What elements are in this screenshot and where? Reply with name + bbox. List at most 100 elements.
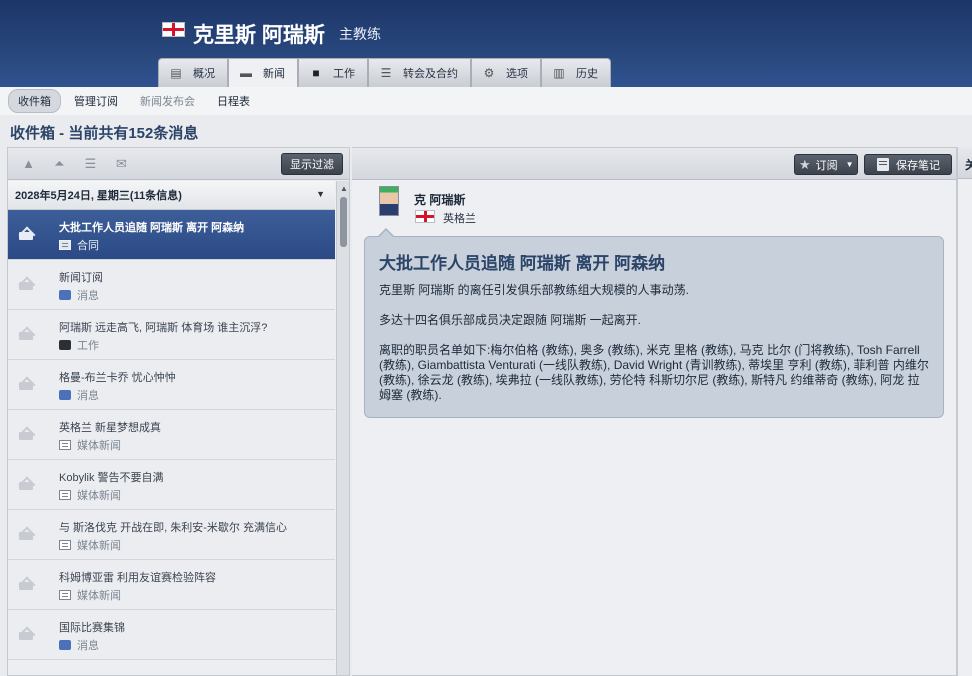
envelope-open-icon [19,228,33,240]
list-item[interactable]: Kobylik 警告不要自满 媒体新闻 [8,460,335,510]
message-category: 工作 [59,337,99,353]
message-category: 媒体新闻 [59,587,121,603]
message-category: 消息 [59,387,99,403]
envelope-open-icon [19,578,33,590]
subscribe-button[interactable]: ★ 订阅 ▼ [794,154,858,175]
speech-bubble-icon [59,640,71,650]
message-title: 与 斯洛伐克 开战在即, 朱利安-米歇尔 充满信心 [59,522,287,534]
envelope-icon[interactable]: ✉ [110,154,133,174]
newspaper-icon [59,590,71,600]
related-pane: 关 [957,147,972,676]
star-icon: ★ [799,156,811,172]
tab-label: 新闻 [263,68,285,80]
tab-overview[interactable]: ▤ 概况 [158,58,228,87]
message-title: 大批工作人员追随 阿瑞斯 离开 阿森纳 [59,222,245,234]
message-category: 媒体新闻 [59,487,121,503]
message-category: 媒体新闻 [59,437,121,453]
newspaper-icon [59,440,71,450]
newspaper-icon [59,540,71,550]
sender-avatar[interactable] [379,186,399,216]
speech-bubble-icon [59,390,71,400]
tab-options[interactable]: ⚙ 选项 [471,58,541,87]
arrow-up-icon[interactable]: ▲ [17,154,40,174]
scroll-up-arrow-icon[interactable]: ▲ [340,184,348,193]
list-view-icon[interactable]: ☰ [79,154,102,174]
envelope-open-icon [19,428,33,440]
list-item[interactable]: 国际比赛集锦 消息 [8,610,335,660]
tab-job[interactable]: ■ 工作 [298,58,368,87]
date-group-label: 2028年5月24日, 星期三(11条信息) [15,190,182,202]
show-filter-button[interactable]: 显示过滤 [281,153,343,175]
subnav-schedule[interactable]: 日程表 [208,90,259,112]
newspaper-icon: ▬ [240,66,252,80]
list-item[interactable]: 阿瑞斯 远走高飞, 阿瑞斯 体育场 谁主沉浮? 工作 [8,310,335,360]
detail-toolbar: ★ 订阅 ▼ 保存笔记 [352,148,956,180]
collapse-icon[interactable]: ⏶ [48,154,71,174]
message-title: 格曼-布兰卡乔 忧心忡忡 [59,372,176,384]
tab-transfers[interactable]: ☰ 转会及合约 [368,58,471,87]
newspaper-icon [59,490,71,500]
manager-name[interactable]: 克里斯 阿瑞斯 [193,19,325,49]
envelope-open-icon [19,628,33,640]
message-title: Kobylik 警告不要自满 [59,472,164,484]
message-category: 消息 [59,287,99,303]
message-detail-pane: ★ 订阅 ▼ 保存笔记 克 阿瑞斯 英格兰 大批工作人员追随 阿瑞斯 离开 阿森… [352,147,957,676]
scrollbar-thumb[interactable] [340,197,347,247]
message-title: 阿瑞斯 远走高飞, 阿瑞斯 体育场 谁主沉浮? [59,322,268,334]
subnav-press-conference[interactable]: 新闻发布会 [131,90,204,112]
subnav-inbox[interactable]: 收件箱 [8,89,61,113]
message-category: 消息 [59,637,99,653]
briefcase-icon: ■ [312,66,320,80]
list-item[interactable]: 大批工作人员追随 阿瑞斯 离开 阿森纳 合同 [8,210,335,260]
message-list: 大批工作人员追随 阿瑞斯 离开 阿森纳 合同 新闻订阅 消息 阿瑞斯 远走高飞,… [8,210,335,660]
list-item[interactable]: 新闻订阅 消息 [8,260,335,310]
message-paragraph: 离职的职员名单如下:梅尔伯格 (教练), 奥多 (教练), 米克 里格 (教练)… [379,343,929,402]
list-item[interactable]: 科姆博亚雷 利用友谊赛检验阵容 媒体新闻 [8,560,335,610]
sender-nation[interactable]: 英格兰 [443,210,476,226]
notebook-icon [877,158,889,171]
list-item[interactable]: 格曼-布兰卡乔 忧心忡忡 消息 [8,360,335,410]
tab-news[interactable]: ▬ 新闻 [228,58,298,87]
newspaper-icon [59,240,71,250]
tab-label: 选项 [506,68,528,80]
page-title: 收件箱 - 当前共有152条消息 [10,125,199,142]
england-flag-icon [415,210,435,223]
envelope-open-icon [19,378,33,390]
message-paragraph: 多达十四名俱乐部成员决定跟随 阿瑞斯 一起离开. [379,313,642,327]
envelope-open-icon [19,478,33,490]
message-body: 大批工作人员追随 阿瑞斯 离开 阿森纳 克里斯 阿瑞斯 的离任引发俱乐部教练组大… [364,228,944,418]
chevron-down-icon: ▼ [845,160,854,169]
save-notes-label: 保存笔记 [896,159,940,172]
message-title: 科姆博亚雷 利用友谊赛检验阵容 [59,572,217,584]
dropdown-caret-icon[interactable]: ▼ [316,189,325,199]
tab-label: 转会及合约 [403,68,458,80]
england-flag-icon [162,22,185,37]
save-notes-button[interactable]: 保存笔记 [864,154,952,175]
envelope-open-icon [19,328,33,340]
message-title: 新闻订阅 [59,272,103,284]
sub-navigation: 收件箱 管理订阅 新闻发布会 日程表 [0,87,972,115]
main-tabs: ▤ 概况 ▬ 新闻 ■ 工作 ☰ 转会及合约 ⚙ 选项 ▥ 历史 [158,58,611,87]
inbox-toolbar: ▲ ⏶ ☰ ✉ 显示过滤 [8,148,349,180]
message-headline: 大批工作人员追随 阿瑞斯 离开 阿森纳 [379,254,666,273]
speech-bubble-icon [59,290,71,300]
list-item[interactable]: 与 斯洛伐克 开战在即, 朱利安-米歇尔 充满信心 媒体新闻 [8,510,335,560]
tab-label: 工作 [333,68,355,80]
subnav-manage-subscriptions[interactable]: 管理订阅 [65,90,127,112]
message-category: 合同 [59,237,99,253]
briefcase-icon [59,340,71,350]
contract-icon: ☰ [380,66,392,80]
profile-card-icon: ▤ [170,66,182,80]
subscribe-label: 订阅 [815,159,838,172]
list-item[interactable]: 英格兰 新星梦想成真 媒体新闻 [8,410,335,460]
inbox-list-pane: ▲ ⏶ ☰ ✉ 显示过滤 2028年5月24日, 星期三(11条信息) ▼ 大批… [7,147,350,676]
history-icon: ▥ [553,66,565,80]
date-group-header[interactable]: 2028年5月24日, 星期三(11条信息) ▼ [8,181,335,210]
tab-history[interactable]: ▥ 历史 [541,58,611,87]
sender-name[interactable]: 克 阿瑞斯 [414,191,465,208]
envelope-open-icon [19,278,33,290]
manager-role: 主教练 [339,26,381,42]
list-scrollbar[interactable]: ▲ [336,181,349,675]
tab-label: 历史 [576,68,598,80]
envelope-open-icon [19,528,33,540]
